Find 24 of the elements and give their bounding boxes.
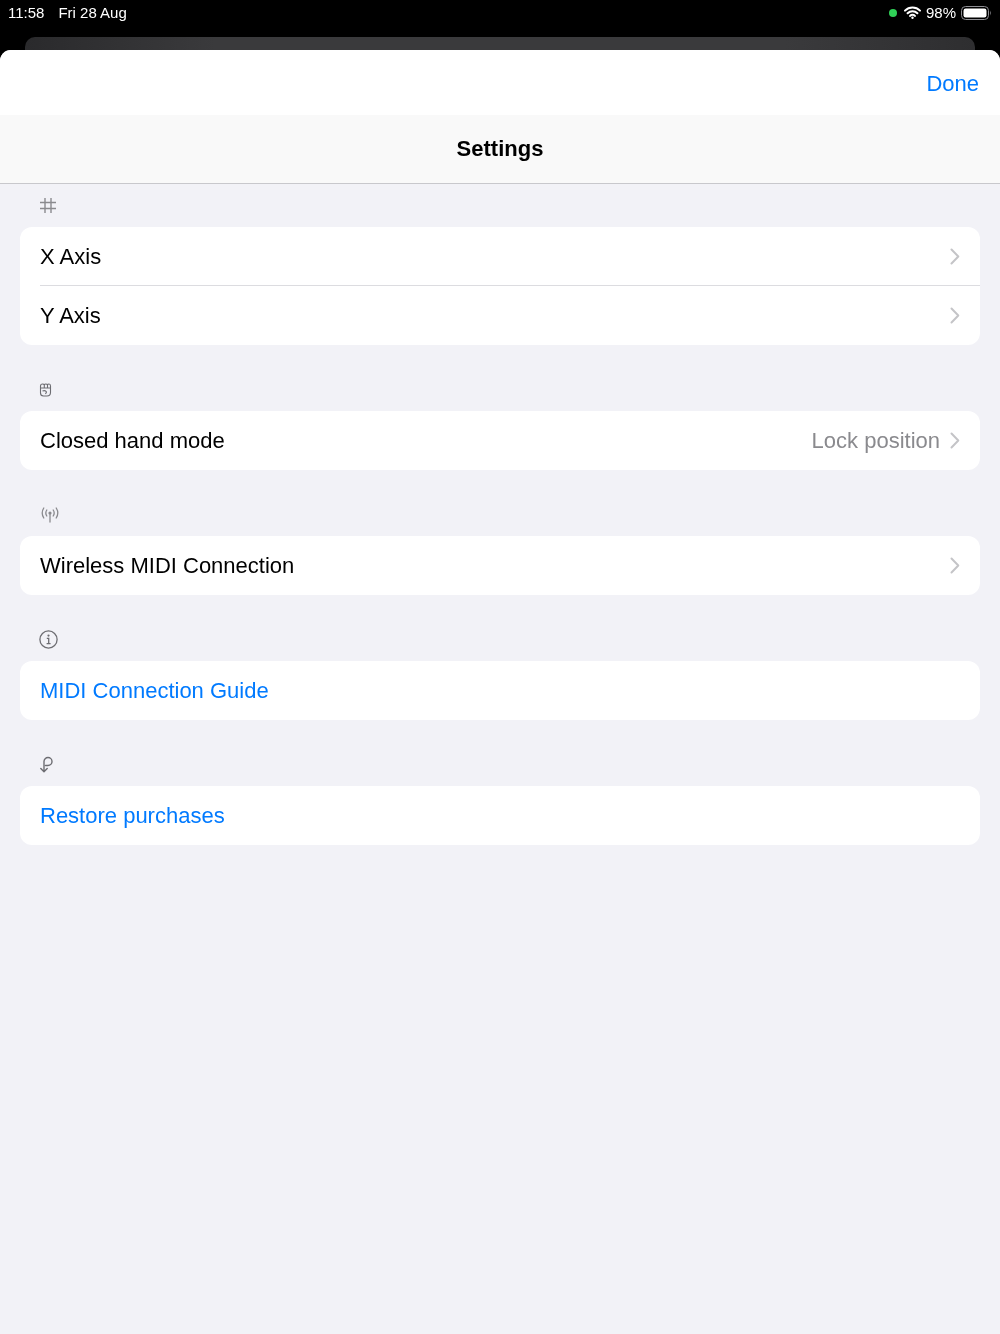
settings-row[interactable]: X Axis — [20, 227, 980, 286]
chevron-icon — [950, 248, 960, 265]
chevron-icon — [950, 557, 960, 574]
info-icon — [39, 630, 58, 649]
settings-row[interactable]: Restore purchases — [20, 786, 980, 845]
settings-row[interactable]: Y Axis — [20, 286, 980, 345]
settings-row[interactable]: Wireless MIDI Connection — [20, 536, 980, 595]
detail-value: Lock position — [811, 427, 940, 454]
chevron-icon — [950, 307, 960, 324]
hash-icon — [39, 197, 57, 214]
antenna-icon — [39, 506, 61, 523]
battery-icon — [961, 5, 992, 20]
chevron-icon — [950, 432, 960, 449]
wifi-icon — [903, 6, 921, 19]
settings-row[interactable]: Closed hand mode Lock position — [20, 411, 980, 470]
fist-icon — [39, 382, 52, 397]
done-button[interactable]: Done — [926, 71, 979, 97]
battery-percentage: 98% — [925, 3, 956, 22]
nav-title: Settings — [456, 136, 544, 162]
status-dot-icon — [888, 8, 897, 17]
settings-row[interactable]: MIDI Connection Guide — [20, 661, 980, 720]
status-time: 11:58 — [8, 3, 45, 22]
curved-arrow-icon — [39, 756, 54, 773]
status-date: Fri 28 Aug — [58, 3, 127, 22]
